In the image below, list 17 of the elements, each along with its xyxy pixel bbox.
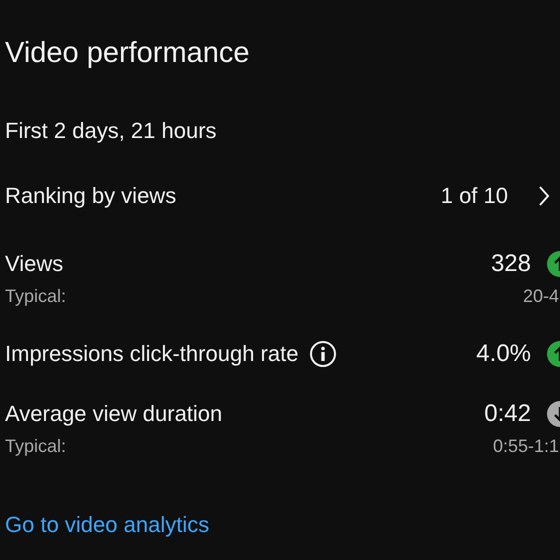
ranking-value: 1 of 10 [440, 183, 508, 209]
info-icon[interactable] [309, 340, 338, 368]
typical-label: Typical: [5, 285, 66, 307]
metric-label: Average view duration [5, 401, 222, 427]
chevron-right-icon[interactable] [538, 185, 550, 207]
metric-value: 0:42 [484, 401, 531, 427]
metric-value: 4.0% [476, 341, 531, 367]
period-text: First 2 days, 21 hours [5, 118, 218, 144]
typical-range: 0:55-1:1 [492, 435, 559, 457]
typical-label: Typical: [5, 435, 66, 457]
metric-label: Impressions click-through rate [5, 341, 298, 367]
typical-range: 20-4 [522, 285, 559, 307]
analytics-link[interactable]: Go to video analytics [5, 512, 210, 538]
ranking-label: Ranking by views [5, 183, 176, 209]
metric-value: 328 [490, 251, 531, 277]
panel-title: Video performance [5, 36, 251, 70]
metric-label: Views [5, 251, 64, 277]
